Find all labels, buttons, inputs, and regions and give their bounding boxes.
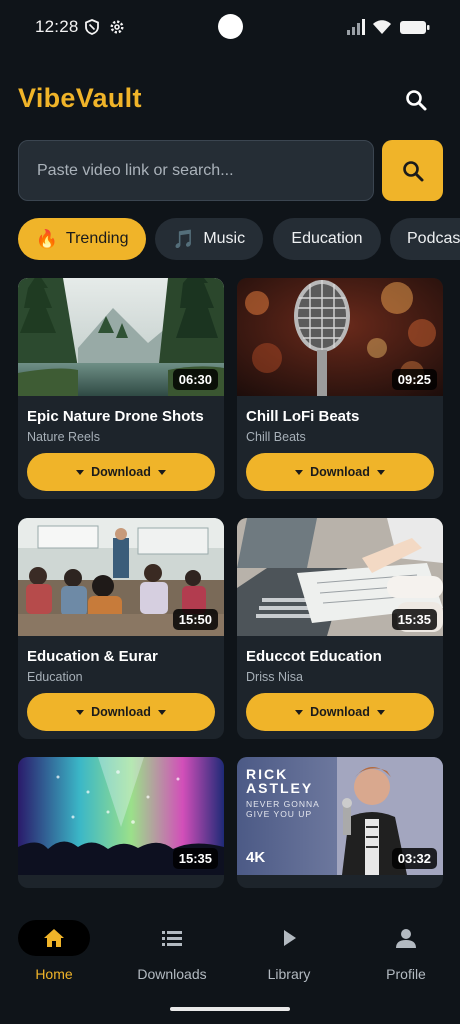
video-title: Education & Eurar	[27, 648, 158, 665]
nav-home-icon-wrap	[18, 920, 90, 956]
music-note-icon: 🎵	[172, 228, 196, 249]
chip-education[interactable]: Education	[273, 218, 381, 260]
chip-podcasts[interactable]: Podcasts	[390, 218, 460, 260]
caret-down-icon	[76, 709, 85, 715]
nav-downloads-icon-wrap	[136, 920, 208, 956]
chip-label: Education	[291, 230, 363, 247]
caret-down-icon	[76, 469, 85, 475]
chip-label: Podcasts	[407, 230, 460, 247]
video-card[interactable]: RICK ASTLEY NEVER GONNA GIVE YOU UP 4K 0…	[237, 757, 443, 888]
nav-label: Library	[267, 966, 311, 982]
search-input[interactable]	[19, 141, 373, 200]
nav-profile-icon-wrap	[370, 920, 442, 956]
chevron-down-icon	[376, 709, 385, 715]
video-thumbnail[interactable]: RICK ASTLEY NEVER GONNA GIVE YOU UP 4K 0…	[237, 757, 443, 875]
video-card[interactable]: 15:35	[18, 757, 224, 888]
video-duration: 09:25	[391, 369, 437, 390]
video-duration: 15:35	[172, 848, 218, 869]
app-title: VibeVault	[18, 83, 142, 113]
video-title: Epic Nature Drone Shots	[27, 408, 204, 425]
settings-icon	[108, 18, 126, 36]
wifi-icon	[372, 18, 391, 36]
nav-downloads[interactable]: Downloads	[117, 920, 227, 990]
download-button[interactable]: Download	[246, 453, 434, 491]
nav-home[interactable]: Home	[0, 920, 109, 990]
video-duration: 15:35	[391, 609, 437, 630]
download-label: Download	[91, 465, 151, 479]
download-button[interactable]: Download	[27, 693, 215, 731]
download-label: Download	[91, 705, 151, 719]
play-icon	[284, 930, 296, 946]
caret-down-icon	[295, 469, 304, 475]
list-icon	[162, 931, 182, 946]
home-indicator[interactable]	[170, 1007, 290, 1011]
status-time: 12:28	[35, 17, 79, 36]
video-thumbnail[interactable]: 15:35	[18, 757, 224, 875]
chip-music[interactable]: 🎵 Music	[155, 218, 263, 260]
person-icon	[396, 929, 416, 948]
download-label: Download	[310, 705, 370, 719]
video-thumbnail[interactable]: 06:30	[18, 278, 224, 396]
video-thumbnail[interactable]: 09:25	[237, 278, 443, 396]
video-title: Chill LoFi Beats	[246, 408, 360, 425]
chip-label: Trending	[65, 230, 129, 247]
nav-library[interactable]: Library	[234, 920, 344, 990]
video-duration: 06:30	[172, 369, 218, 390]
nav-profile[interactable]: Profile	[351, 920, 460, 990]
battery-icon	[399, 18, 431, 36]
header-search-button[interactable]	[398, 82, 434, 118]
bottom-navigation: Home Downloads Library Profile	[0, 888, 460, 1024]
caret-down-icon	[295, 709, 304, 715]
status-bar: 12:28	[0, 0, 460, 56]
chip-label: Music	[203, 230, 246, 247]
video-title: Educcot Education	[246, 648, 382, 665]
thumbnail-song-text: NEVER GONNA GIVE YOU UP	[246, 799, 320, 819]
search-icon	[406, 90, 427, 111]
category-chips: 🔥 Trending 🎵 Music Education Podcasts	[18, 218, 460, 262]
home-icon	[44, 929, 64, 947]
video-channel: Driss Nisa	[246, 670, 303, 684]
front-camera	[218, 14, 243, 39]
video-thumbnail[interactable]: 15:50	[18, 518, 224, 636]
chip-trending[interactable]: 🔥 Trending	[18, 218, 146, 260]
nav-label: Profile	[386, 966, 426, 982]
chevron-down-icon	[376, 469, 385, 475]
nav-label: Home	[35, 966, 73, 982]
download-button[interactable]: Download	[246, 693, 434, 731]
quality-badge: 4K	[246, 849, 266, 866]
shield-icon	[83, 18, 101, 36]
video-card[interactable]: 15:50 Education & Eurar Education Downlo…	[18, 518, 224, 739]
video-channel: Chill Beats	[246, 430, 306, 444]
thumbnail-artist-text: RICK ASTLEY	[246, 766, 314, 796]
video-card[interactable]: 09:25 Chill LoFi Beats Chill Beats Downl…	[237, 278, 443, 499]
video-channel: Nature Reels	[27, 430, 100, 444]
video-card[interactable]: 06:30 Epic Nature Drone Shots Nature Ree…	[18, 278, 224, 499]
chevron-down-icon	[157, 469, 166, 475]
download-label: Download	[310, 465, 370, 479]
nav-library-icon-wrap	[253, 920, 325, 956]
download-button[interactable]: Download	[27, 453, 215, 491]
signal-icon	[346, 18, 365, 36]
fire-icon: 🔥	[35, 228, 58, 249]
video-channel: Education	[27, 670, 83, 684]
video-duration: 15:50	[172, 609, 218, 630]
chevron-down-icon	[157, 709, 166, 715]
video-card[interactable]: 15:35 Educcot Education Driss Nisa Downl…	[237, 518, 443, 739]
search-icon	[402, 160, 423, 181]
video-duration: 03:32	[391, 848, 437, 869]
search-submit-button[interactable]	[382, 140, 443, 201]
video-thumbnail[interactable]: 15:35	[237, 518, 443, 636]
search-field[interactable]	[18, 140, 374, 201]
nav-label: Downloads	[137, 966, 207, 982]
